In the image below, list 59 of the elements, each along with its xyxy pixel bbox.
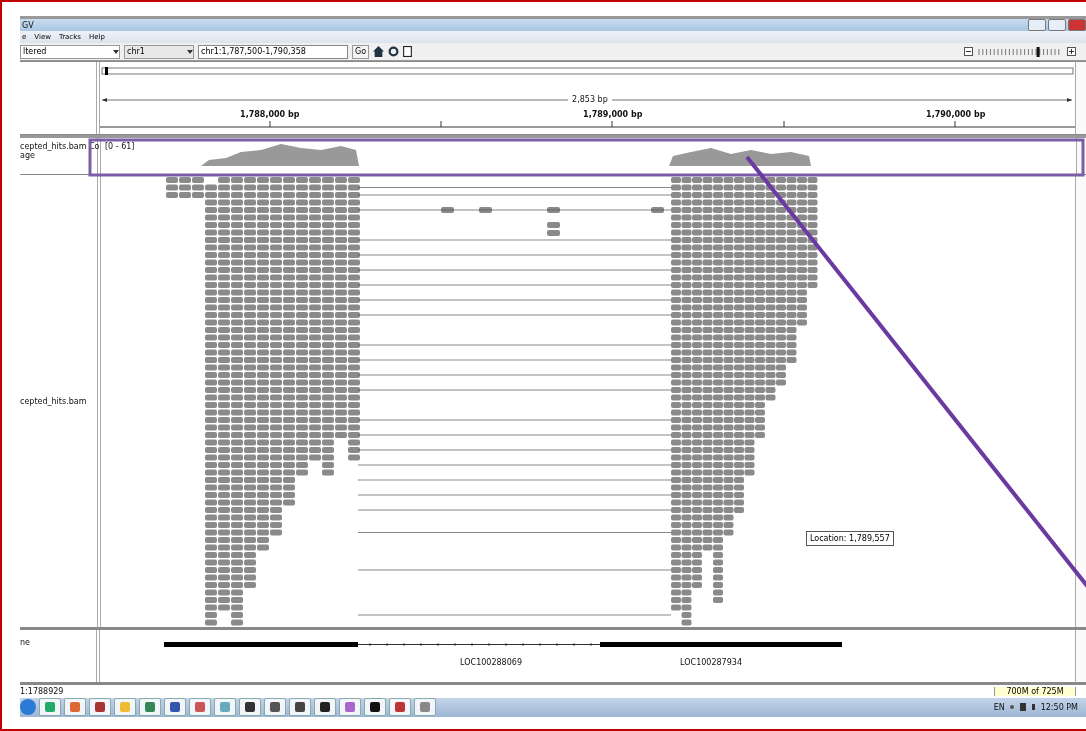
taskbar-app-button[interactable] (314, 698, 336, 717)
scrollbar[interactable] (1076, 138, 1086, 175)
app-icon (120, 702, 130, 713)
app-icon (95, 702, 105, 713)
app-icon (220, 702, 230, 713)
zoom-in-icon[interactable] (1067, 47, 1076, 57)
clock[interactable]: 12:50 PM (1040, 702, 1078, 712)
close-button[interactable] (1068, 19, 1086, 32)
scrollbar[interactable] (1075, 630, 1086, 683)
ruler-tick-label: 1,790,000 bp (926, 110, 986, 120)
app-icon (170, 702, 180, 713)
app-icon (70, 702, 80, 713)
zoom-out-icon[interactable] (964, 47, 973, 57)
taskbar-app-button[interactable] (264, 698, 286, 717)
data-range: [0 - 61] (105, 142, 135, 152)
app-icon (145, 702, 155, 713)
taskbar-app-button[interactable] (164, 698, 186, 717)
app-icon (320, 702, 330, 713)
start-button[interactable] (20, 698, 36, 717)
caret-icon (187, 49, 193, 54)
app-icon (45, 702, 55, 713)
window-title: GV (22, 20, 34, 30)
app-icon (345, 702, 355, 713)
app-icon (295, 702, 305, 713)
app-icon (420, 702, 430, 713)
app-icon (195, 702, 205, 713)
track-name: age (20, 151, 36, 161)
chromosome-dropdown[interactable]: chr1 (124, 44, 194, 59)
taskbar-app-button[interactable] (239, 698, 261, 717)
track-name: ne (20, 638, 31, 648)
go-button[interactable]: Go (352, 44, 370, 59)
taskbar-app-button[interactable] (89, 698, 111, 717)
taskbar-app-button[interactable] (289, 698, 311, 717)
genome-dropdown[interactable]: ltered (20, 44, 120, 59)
ruler-tick-label: 1,788,000 bp (240, 110, 300, 120)
app-icon (270, 702, 280, 713)
panel-icon[interactable] (403, 46, 413, 58)
maximize-button[interactable] (1048, 19, 1066, 32)
app-icon (395, 702, 405, 713)
position-readout: 1:1788929 (20, 687, 64, 696)
home-icon[interactable] (373, 46, 385, 58)
locus-field[interactable]: chr1:1,787,500-1,790,358 (198, 44, 348, 59)
caret-icon (113, 49, 119, 54)
ruler-tick-label: 1,789,000 bp (583, 110, 643, 120)
region-marker (105, 67, 109, 76)
scrollbar[interactable] (1075, 62, 1086, 135)
gene-label: LOC100287934 (680, 658, 742, 668)
tray-icons[interactable] (1007, 702, 1038, 713)
gene-label: LOC100288069 (460, 658, 523, 668)
app-icon (370, 702, 380, 713)
span-label: 2,853 bp (568, 95, 612, 105)
scrollbar[interactable] (1075, 175, 1086, 628)
app-icon (245, 702, 255, 713)
memory-indicator: 700M of 725M (994, 687, 1076, 696)
minimize-button[interactable] (1028, 19, 1046, 32)
track-name: cepted_hits.bam (20, 396, 88, 406)
taskbar-app-button[interactable] (364, 698, 386, 717)
language-indicator[interactable]: EN (993, 702, 1005, 712)
location-tooltip: Location: 1,789,557 (806, 531, 894, 547)
